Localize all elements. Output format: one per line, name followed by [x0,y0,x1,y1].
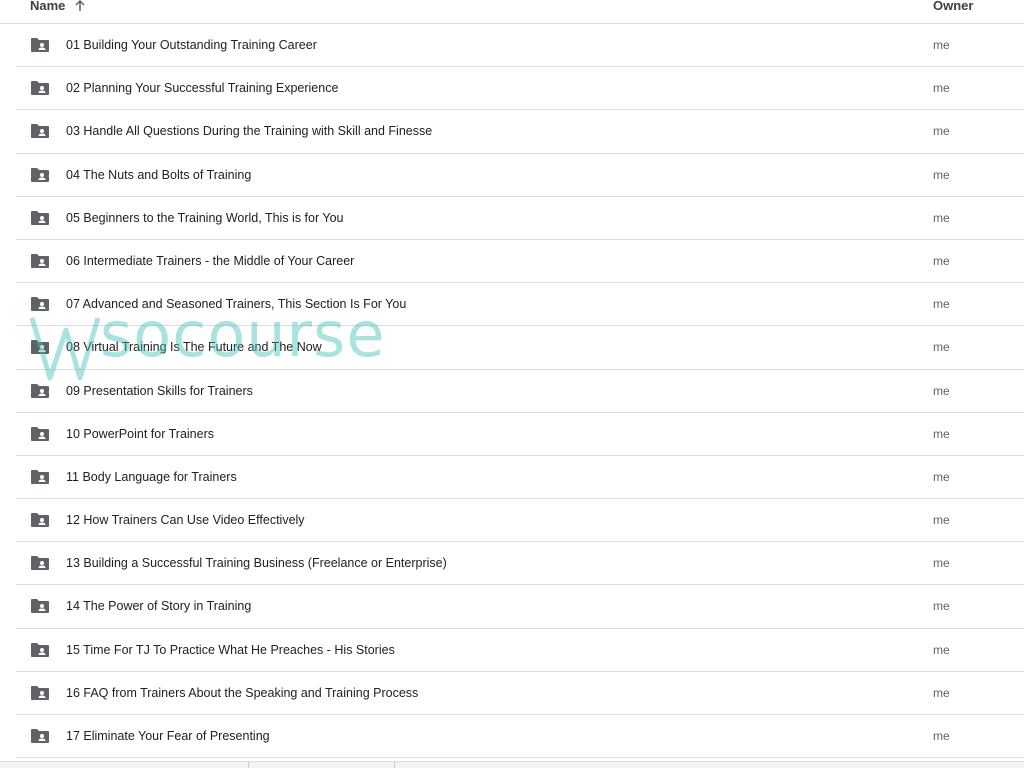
table-row[interactable]: 01 Building Your Outstanding Training Ca… [16,24,1024,68]
table-row[interactable]: 16 FAQ from Trainers About the Speaking … [16,672,1024,715]
shared-folder-icon [30,339,50,355]
shared-folder-icon [30,685,50,701]
table-row[interactable]: 03 Handle All Questions During the Train… [16,110,1024,154]
list-header: Name Owner [0,0,1024,24]
table-row[interactable]: 04 The Nuts and Bolts of Training me [16,154,1024,197]
arrow-up-icon[interactable] [73,0,87,13]
shared-folder-icon [30,210,50,226]
folder-name[interactable]: 06 Intermediate Trainers - the Middle of… [66,254,354,268]
shared-folder-icon [30,253,50,269]
folder-name[interactable]: 17 Eliminate Your Fear of Presenting [66,729,270,743]
table-row[interactable]: 14 The Power of Story in Training me [16,585,1024,629]
shared-folder-icon [30,728,50,744]
table-row[interactable]: 09 Presentation Skills for Trainers me [16,370,1024,413]
shared-folder-icon [30,123,50,139]
owner-cell: me [933,167,950,182]
horizontal-scrollbar[interactable] [0,761,1024,768]
folder-name[interactable]: 05 Beginners to the Training World, This… [66,211,343,225]
shared-folder-icon [30,555,50,571]
folder-name[interactable]: 15 Time For TJ To Practice What He Preac… [66,643,395,657]
table-row[interactable]: 07 Advanced and Seasoned Trainers, This … [16,283,1024,327]
folder-name[interactable]: 07 Advanced and Seasoned Trainers, This … [66,297,406,311]
table-row[interactable]: 13 Building a Successful Training Busine… [16,542,1024,586]
owner-cell: me [933,297,950,312]
name-column-label: Name [30,0,66,13]
folder-name[interactable]: 10 PowerPoint for Trainers [66,427,214,441]
table-row[interactable]: 15 Time For TJ To Practice What He Preac… [16,629,1024,672]
folder-name[interactable]: 16 FAQ from Trainers About the Speaking … [66,686,418,700]
folder-name[interactable]: 13 Building a Successful Training Busine… [66,556,447,570]
shared-folder-icon [30,642,50,658]
owner-cell: me [933,38,950,52]
name-column-header[interactable]: Name [30,0,87,13]
owner-cell: me [933,642,950,657]
owner-cell: me [933,513,950,528]
table-row[interactable]: 05 Beginners to the Training World, This… [16,197,1024,240]
table-row[interactable]: 17 Eliminate Your Fear of Presenting me [16,715,1024,759]
shared-folder-icon [30,426,50,442]
owner-cell: me [933,685,950,700]
shared-folder-icon [30,383,50,399]
owner-cell: me [933,383,950,398]
owner-cell: me [933,599,950,614]
folder-name[interactable]: 02 Planning Your Successful Training Exp… [66,81,338,95]
shared-folder-icon [30,37,50,53]
owner-column-header[interactable]: Owner [933,0,973,13]
owner-cell: me [933,426,950,441]
owner-cell: me [933,210,950,225]
folder-name[interactable]: 14 The Power of Story in Training [66,599,251,613]
owner-cell: me [933,253,950,268]
owner-cell: me [933,729,950,743]
folder-name[interactable]: 12 How Trainers Can Use Video Effectivel… [66,513,305,527]
folder-name[interactable]: 08 Virtual Training Is The Future and Th… [66,340,322,354]
folder-name[interactable]: 01 Building Your Outstanding Training Ca… [66,38,317,52]
table-row[interactable]: 11 Body Language for Trainers me [16,456,1024,500]
owner-cell: me [933,81,950,96]
table-row[interactable]: 12 How Trainers Can Use Video Effectivel… [16,499,1024,543]
file-list: 01 Building Your Outstanding Training Ca… [0,24,1024,759]
owner-cell: me [933,124,950,139]
shared-folder-icon [30,80,50,96]
owner-cell: me [933,556,950,571]
folder-name[interactable]: 11 Body Language for Trainers [66,470,237,484]
owner-cell: me [933,469,950,484]
shared-folder-icon [30,167,50,183]
table-row[interactable]: 06 Intermediate Trainers - the Middle of… [16,240,1024,284]
folder-name[interactable]: 04 The Nuts and Bolts of Training [66,168,251,182]
shared-folder-icon [30,598,50,614]
folder-name[interactable]: 03 Handle All Questions During the Train… [66,124,432,138]
table-row[interactable]: 08 Virtual Training Is The Future and Th… [16,326,1024,370]
file-list-page: Name Owner 01 Building Your Outstanding … [0,0,1024,768]
table-row[interactable]: 10 PowerPoint for Trainers me [16,413,1024,456]
owner-cell: me [933,340,950,355]
shared-folder-icon [30,512,50,528]
shared-folder-icon [30,296,50,312]
shared-folder-icon [30,469,50,485]
folder-name[interactable]: 09 Presentation Skills for Trainers [66,384,253,398]
table-row[interactable]: 02 Planning Your Successful Training Exp… [16,67,1024,111]
